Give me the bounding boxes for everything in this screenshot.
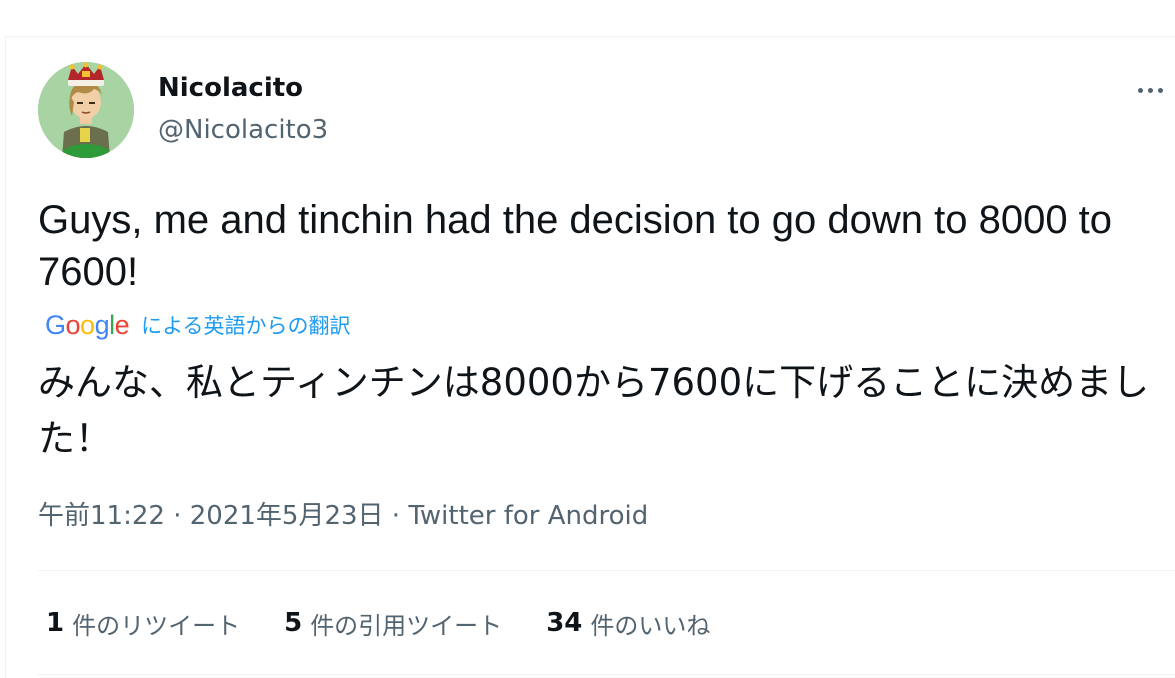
likes-stat[interactable]: 34 件のいいね [546, 606, 710, 641]
quotes-label: 件の引用ツイート [310, 611, 503, 640]
meta-separator: · [391, 501, 401, 531]
quotes-count: 5 [284, 608, 303, 638]
display-name[interactable]: Nicolacito [158, 72, 303, 104]
tweet-stats: 1 件のリツイート 5 件の引用ツイート 34 件のいいね [46, 605, 710, 641]
divider [38, 674, 1175, 675]
tweet-date[interactable]: 2021年5月23日 [190, 501, 384, 531]
user-handle[interactable]: @Nicolacito3 [158, 114, 328, 146]
retweets-count: 1 [46, 608, 65, 638]
top-divider [5, 36, 1175, 37]
translated-text: みんな、私とティンチンは8000から7600に下げることに決めました！ [38, 361, 1150, 460]
meta-separator: · [173, 501, 182, 531]
left-border [5, 36, 6, 678]
tweet-time[interactable]: 午前11:22 [38, 501, 165, 531]
translation-source-link[interactable]: による英語からの翻訳 [141, 310, 350, 340]
more-options-button[interactable] [1130, 78, 1170, 102]
more-horizontal-icon [1137, 87, 1143, 93]
translation-attribution: Google による英語からの翻訳 [45, 308, 351, 342]
tweet-text: Guys, me and tinchin had the decision to… [38, 198, 1124, 294]
google-logo: Google [45, 310, 130, 340]
retweets-label: 件のリツイート [72, 611, 241, 640]
tweet-meta: 午前11:22 · 2021年5月23日 · Twitter for Andro… [38, 499, 648, 533]
avatar-image [38, 62, 134, 158]
tweet-source[interactable]: Twitter for Android [408, 501, 648, 531]
avatar[interactable] [38, 62, 134, 158]
divider [38, 570, 1175, 571]
likes-label: 件のいいね [590, 611, 711, 640]
likes-count: 34 [546, 608, 583, 638]
quotes-stat[interactable]: 5 件の引用ツイート [284, 606, 502, 641]
previous-tweet-fragment [150, 0, 290, 4]
retweets-stat[interactable]: 1 件のリツイート [46, 606, 240, 641]
